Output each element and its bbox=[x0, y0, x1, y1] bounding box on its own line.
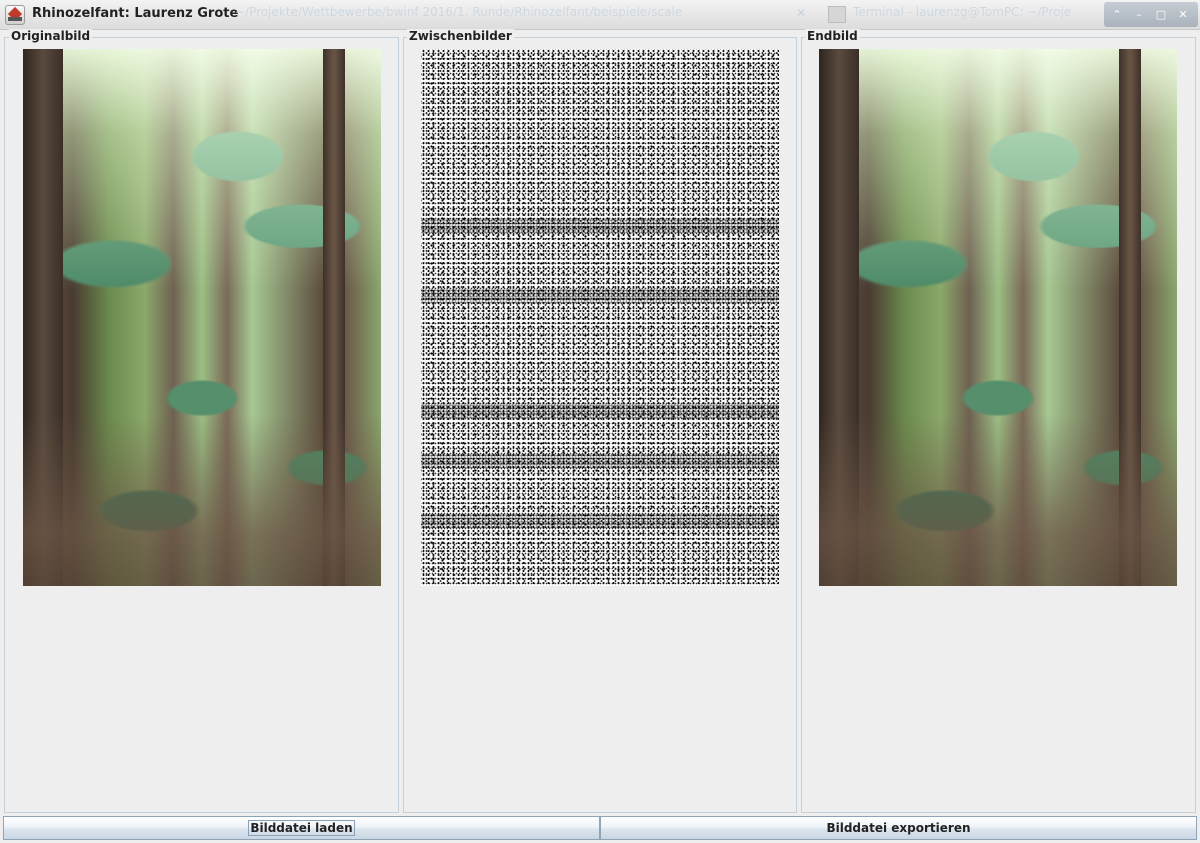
tree-trunk-shape bbox=[819, 49, 859, 586]
final-image bbox=[819, 49, 1177, 586]
tree-trunk-shape bbox=[23, 49, 63, 586]
original-image-title: Originalbild bbox=[9, 29, 93, 43]
intermediate-images-title: Zwischenbilder bbox=[407, 29, 514, 43]
original-image bbox=[23, 49, 381, 586]
noise-band bbox=[421, 514, 779, 528]
window-controls: ⌃ – □ ✕ bbox=[1104, 2, 1198, 27]
export-image-button-label: Bilddatei exportieren bbox=[826, 821, 971, 835]
noise-band bbox=[421, 404, 779, 418]
maximize-icon[interactable]: ⌃ bbox=[1108, 6, 1126, 23]
app-icon bbox=[5, 5, 25, 25]
noise-band bbox=[421, 454, 779, 468]
close-icon[interactable]: ✕ bbox=[1174, 6, 1192, 23]
minimize-icon[interactable]: – bbox=[1130, 6, 1148, 23]
intermediate-image bbox=[421, 49, 779, 586]
background-window-tab[interactable]: ~/Projekte/Wettbewerbe/bwinf 2016/1. Run… bbox=[235, 5, 725, 25]
terminal-icon bbox=[828, 6, 846, 23]
background-terminal-tab[interactable]: Terminal - laurenzg@TomPC: ~/Proje bbox=[853, 5, 1103, 25]
window-title: Rhinozelfant: Laurenz Grote bbox=[32, 6, 239, 21]
tree-trunk-shape bbox=[1119, 49, 1141, 586]
noise-band bbox=[421, 219, 779, 233]
export-image-button[interactable]: Bilddatei exportieren bbox=[600, 816, 1197, 840]
window-titlebar[interactable]: Rhinozelfant: Laurenz Grote ~/Projekte/W… bbox=[0, 0, 1200, 30]
load-image-button[interactable]: Bilddatei laden bbox=[3, 816, 600, 840]
final-image-title: Endbild bbox=[805, 29, 860, 43]
tree-trunk-shape bbox=[323, 49, 345, 586]
noise-band bbox=[421, 289, 779, 303]
load-image-button-label: Bilddatei laden bbox=[248, 820, 355, 836]
restore-icon[interactable]: □ bbox=[1152, 6, 1170, 23]
background-tab-close-icon[interactable]: ✕ bbox=[796, 6, 806, 20]
